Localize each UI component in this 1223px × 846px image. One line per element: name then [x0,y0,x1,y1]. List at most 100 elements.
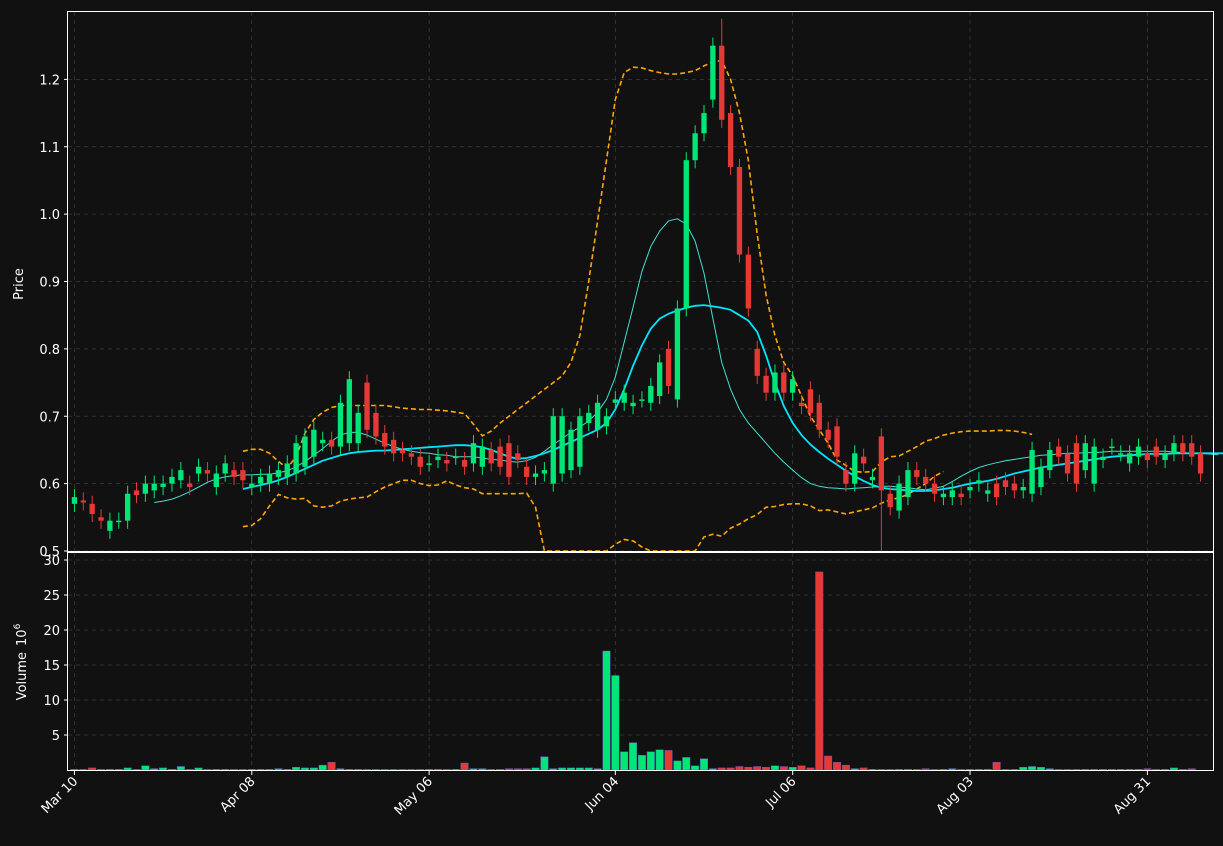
volume-bar [833,762,841,771]
candle-body [1162,453,1168,461]
candle-body [719,45,725,120]
volume-bar [682,757,691,771]
volume-bar [664,750,673,771]
volume-bar [504,768,513,771]
volume-bar [1143,768,1152,771]
volume-bar [966,769,974,771]
volume-bar [1152,769,1161,771]
candle-body [1153,446,1159,457]
volume-bar [948,768,957,771]
candle-body [80,500,86,503]
candle-body [1118,453,1124,455]
candle-body [665,348,672,386]
volume-bar [354,769,363,771]
volume-bar [611,675,620,771]
candle-body [515,453,521,461]
volume-bar [1161,769,1170,771]
candle-body [98,517,104,521]
volume-bar [957,769,966,771]
volume-bar [185,769,194,771]
volume-tick-label: 5 [52,729,60,744]
volume-bar [150,768,159,771]
volume-bar [788,767,797,771]
candle-body [169,476,175,484]
volume-bar [1036,767,1045,771]
volume-bar [637,755,646,771]
candle-body [1047,449,1053,471]
candle-body [151,483,157,491]
candle-body [674,308,681,400]
volume-bar [416,769,425,771]
candle-body [470,443,477,464]
volume-bar [301,767,309,771]
volume-bar [265,769,274,771]
candle-body [683,160,689,309]
volume-bar [549,768,558,771]
candle-body [1189,443,1195,457]
candle-body [89,503,95,514]
volume-bar [655,749,664,771]
candle-body [825,429,831,440]
candle-body [187,483,193,487]
volume-bar [673,760,682,771]
volume-bar [983,769,992,771]
volume-bar [212,769,221,771]
volume-bar [292,767,301,771]
candle-body [142,483,149,494]
volume-bar [221,769,230,771]
candle-body [1091,446,1097,484]
candle-body [160,483,166,487]
candle-body [639,399,645,401]
candle-body [559,416,565,474]
volume-bar [114,769,123,771]
candle-body [745,254,751,309]
price-tick-label: 0.9 [39,276,60,291]
volume-bar [584,767,593,771]
volume-bar [912,769,921,771]
price-tick-label: 0.6 [39,478,60,493]
candle-body [772,372,778,393]
candle-body [603,416,610,427]
volume-bar [921,768,930,771]
volume-bar [1099,769,1107,771]
volume-bar [1019,767,1028,771]
candle-body [541,470,548,474]
candle-body [453,456,459,459]
volume-bar [371,769,380,771]
candle-body [905,470,911,498]
volume-bar [779,766,788,771]
candle-body [266,473,273,484]
candle-body [497,446,503,467]
volume-bar [762,767,771,771]
candle-body [754,348,760,376]
candle-body [1135,446,1142,457]
volume-bar [132,769,141,771]
candle-body [657,362,663,397]
volume-bar [1090,769,1099,771]
candle-body [302,436,308,467]
volume-bar [478,768,487,771]
volume-bar [327,762,336,771]
candle-body [949,490,955,498]
candle-body [781,372,787,393]
volume-bar [274,768,283,771]
candle-body [1171,443,1177,454]
volume-bar [824,755,833,771]
volume-tick-label: 25 [43,589,60,604]
candle-body [612,399,618,403]
volume-bar [868,769,877,771]
volume-bar [558,767,567,771]
volume-bar [469,768,478,771]
candle-body [346,379,352,444]
volume-tick-label: 20 [43,624,60,639]
candle-body [1020,486,1026,491]
candle-body [887,493,893,508]
candle-body [178,470,184,481]
volume-bar [567,767,575,771]
volume-bar [407,769,416,771]
candle-body [958,493,964,498]
candle-body [71,497,78,504]
volume-bar [753,766,762,771]
volume-bar [850,768,859,771]
volume-bar [1116,769,1125,771]
